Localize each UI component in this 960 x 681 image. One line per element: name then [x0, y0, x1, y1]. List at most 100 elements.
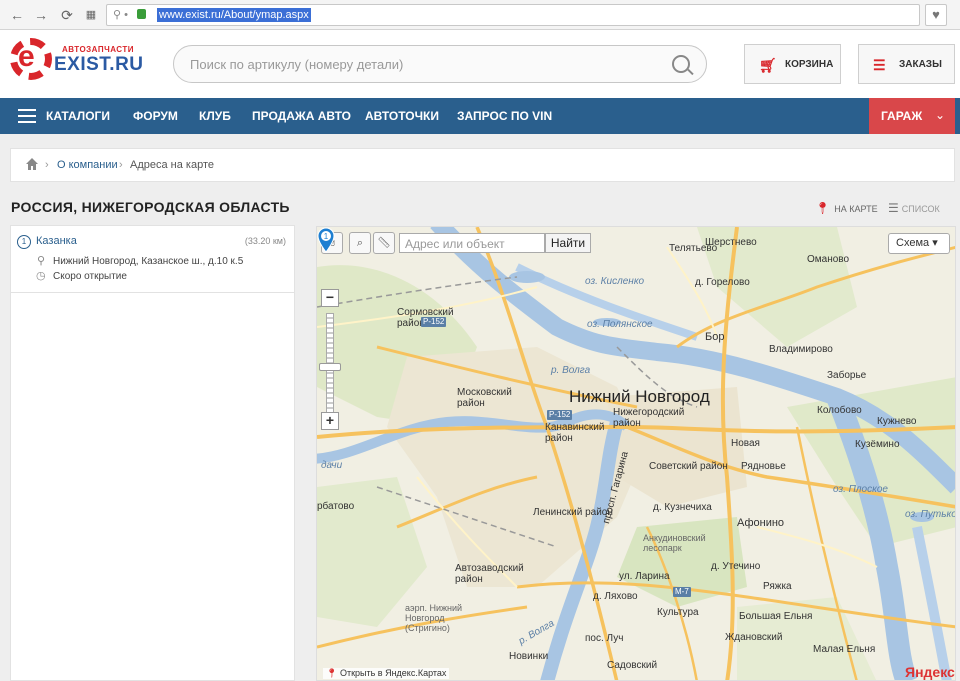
map-label: пос. Луч — [585, 633, 624, 644]
map-label: оз. Путьково — [905, 509, 956, 520]
view-list-label: СПИСОК — [901, 204, 940, 214]
yandex-pin-icon: 📍︎ — [326, 668, 338, 678]
breadcrumb-separator: › — [119, 159, 123, 171]
map-find-button[interactable]: Найти — [545, 233, 591, 253]
menu-burger-icon[interactable] — [18, 109, 36, 123]
map-label: Канавинский район — [545, 422, 605, 444]
shop-address: Нижний Новгород, Казанское ш., д.10 к.5 — [53, 256, 244, 267]
view-list-toggle[interactable]: ☰ СПИСОК — [888, 201, 940, 215]
map-type-dropdown[interactable]: Схема ▾ — [888, 233, 950, 254]
magnifier-zoom-icon[interactable]: ⌕ — [349, 232, 371, 254]
view-map-label: НА КАРТЕ — [834, 204, 878, 214]
map-label: Советский район — [649, 461, 728, 472]
map-label: оз. Кисленко — [585, 276, 645, 287]
search-icon[interactable] — [672, 55, 690, 73]
shop-status: Скоро открытие — [53, 271, 127, 282]
map-label: Большая Ельня — [739, 611, 813, 622]
nav-item-car-sale[interactable]: ПРОДАЖА АВТО — [252, 109, 351, 123]
yandex-logo: Яндекс — [905, 664, 955, 680]
nav-item-catalogs[interactable]: КАТАЛОГИ — [46, 109, 110, 123]
page-title: РОССИЯ, НИЖЕГОРОДСКАЯ ОБЛАСТЬ — [11, 199, 290, 215]
map-label: р. Волга — [551, 365, 591, 376]
marker-number: 1 — [324, 232, 329, 241]
nav-item-forum[interactable]: ФОРУМ — [133, 109, 178, 123]
road-shield: М-7 — [673, 587, 691, 597]
map-label: оз. Плоское — [833, 484, 888, 495]
breadcrumb-separator: › — [45, 159, 49, 171]
search-placeholder: Поиск по артикулу (номеру детали) — [190, 57, 404, 72]
map-label: ул. Ларина — [619, 571, 670, 582]
orders-label: ЗАКАЗЫ — [899, 59, 942, 70]
breadcrumb-current: Адреса на карте — [130, 159, 214, 171]
map-label: рбатово — [317, 501, 355, 512]
map-label: д. Утечино — [711, 561, 761, 572]
search-input[interactable]: Поиск по артикулу (номеру детали) — [173, 45, 707, 83]
map-search-placeholder: Адрес или объект — [405, 237, 505, 251]
cart-button[interactable]: 🛒︎ КОРЗИНА — [744, 44, 841, 84]
nav-item-vin-request[interactable]: ЗАПРОС ПО VIN — [457, 109, 552, 123]
home-icon[interactable] — [25, 157, 39, 171]
address-url[interactable]: www.exist.ru/About/ymap.aspx — [157, 8, 311, 22]
garage-label: ГАРАЖ — [881, 109, 923, 123]
map-label: Кужнево — [877, 416, 917, 427]
orders-button[interactable]: ☰ ЗАКАЗЫ — [858, 44, 955, 84]
map-label: дачи — [321, 460, 343, 471]
map-label: Нижегородский район — [613, 407, 685, 429]
cart-icon: 🛒︎ — [759, 57, 777, 73]
map-address-input[interactable]: Адрес или объект — [399, 233, 545, 253]
browser-toolbar: ← → ⟳ ▦ ⚲ • www.exist.ru/About/ymap.aspx… — [0, 0, 960, 30]
map-label: Московский район — [457, 387, 512, 409]
map-label: Автозаводский район — [455, 563, 524, 585]
breadcrumb-about[interactable]: О компании — [57, 159, 118, 171]
logo-text: EXIST.RU — [54, 54, 144, 75]
road-shield: Р-152 — [421, 317, 447, 327]
shop-list-sidebar: 1 Казанка (33.20 км) ⚲ Нижний Новгород, … — [10, 225, 295, 681]
shop-map-marker[interactable]: 1 — [317, 227, 335, 253]
map-footer: 📍︎ Открыть в Яндекс.Картах Яндекс — [317, 664, 955, 680]
map-label: д. Ляхово — [593, 591, 638, 602]
bookmark-heart-icon[interactable]: ♥ — [925, 4, 947, 26]
exist-logo[interactable]: e АВТОЗАПЧАСТИ EXIST.RU — [10, 36, 143, 84]
zoom-slider-handle[interactable] — [319, 363, 341, 371]
garage-button[interactable]: ГАРАЖ ⌄ — [869, 98, 955, 134]
nav-item-autopoints[interactable]: АВТОТОЧКИ — [365, 109, 439, 123]
logo-e-letter: e — [18, 40, 35, 73]
yandex-map[interactable]: ✋︎ ⌕ 📏︎ Адрес или объект Найти Схема ▾ −… — [316, 226, 956, 681]
shop-distance: (33.20 км) — [244, 236, 286, 246]
map-label: Ждановский — [725, 632, 783, 643]
ruler-icon[interactable]: 📏︎ — [373, 232, 395, 254]
site-header: e АВТОЗАПЧАСТИ EXIST.RU Поиск по артикул… — [0, 30, 960, 98]
map-label: Анкудиновский лесопарк — [643, 533, 706, 553]
map-label: д. Кузнечиха — [653, 502, 712, 513]
map-label: Владимирово — [769, 344, 833, 355]
map-label: Культура — [657, 607, 699, 618]
back-arrow-icon[interactable]: ← — [8, 6, 26, 24]
map-label: Рядновье — [741, 461, 786, 472]
address-bar[interactable]: ⚲ • www.exist.ru/About/ymap.aspx — [106, 4, 920, 26]
zoom-out-button[interactable]: − — [321, 289, 339, 307]
map-label: д. Горелово — [695, 277, 750, 288]
forward-arrow-icon[interactable]: → — [32, 6, 50, 24]
map-label: Бор — [705, 331, 725, 343]
map-label: Шерстнево — [705, 237, 757, 248]
map-label: Новинки — [509, 651, 549, 662]
chevron-down-icon: ⌄ — [935, 108, 946, 122]
map-label: Новая — [731, 438, 760, 449]
map-label: Ленинский район — [533, 507, 613, 518]
lock-icon — [137, 9, 146, 19]
map-pin-icon: 📍︎ — [815, 201, 831, 215]
clock-icon: ◷ — [36, 270, 46, 282]
shop-name-link[interactable]: Казанка — [36, 235, 77, 247]
nav-item-club[interactable]: КЛУБ — [199, 109, 231, 123]
view-on-map-toggle[interactable]: 📍︎ НА КАРТЕ — [815, 201, 878, 215]
apps-grid-icon[interactable]: ▦ — [82, 6, 100, 24]
open-in-yandex-maps-link[interactable]: 📍︎ Открыть в Яндекс.Картах — [323, 668, 450, 679]
reload-icon[interactable]: ⟳ — [58, 6, 76, 24]
map-label: Малая Ельня — [813, 644, 876, 655]
dropdown-arrow-icon: ▾ — [932, 237, 938, 249]
main-nav: КАТАЛОГИ ФОРУМ КЛУБ ПРОДАЖА АВТО АВТОТОЧ… — [0, 98, 960, 134]
logo-subtitle: АВТОЗАПЧАСТИ — [62, 45, 135, 54]
map-label: Кузёмино — [855, 439, 900, 450]
list-item[interactable]: 1 Казанка (33.20 км) ⚲ Нижний Новгород, … — [11, 226, 294, 293]
zoom-in-button[interactable]: + — [321, 412, 339, 430]
